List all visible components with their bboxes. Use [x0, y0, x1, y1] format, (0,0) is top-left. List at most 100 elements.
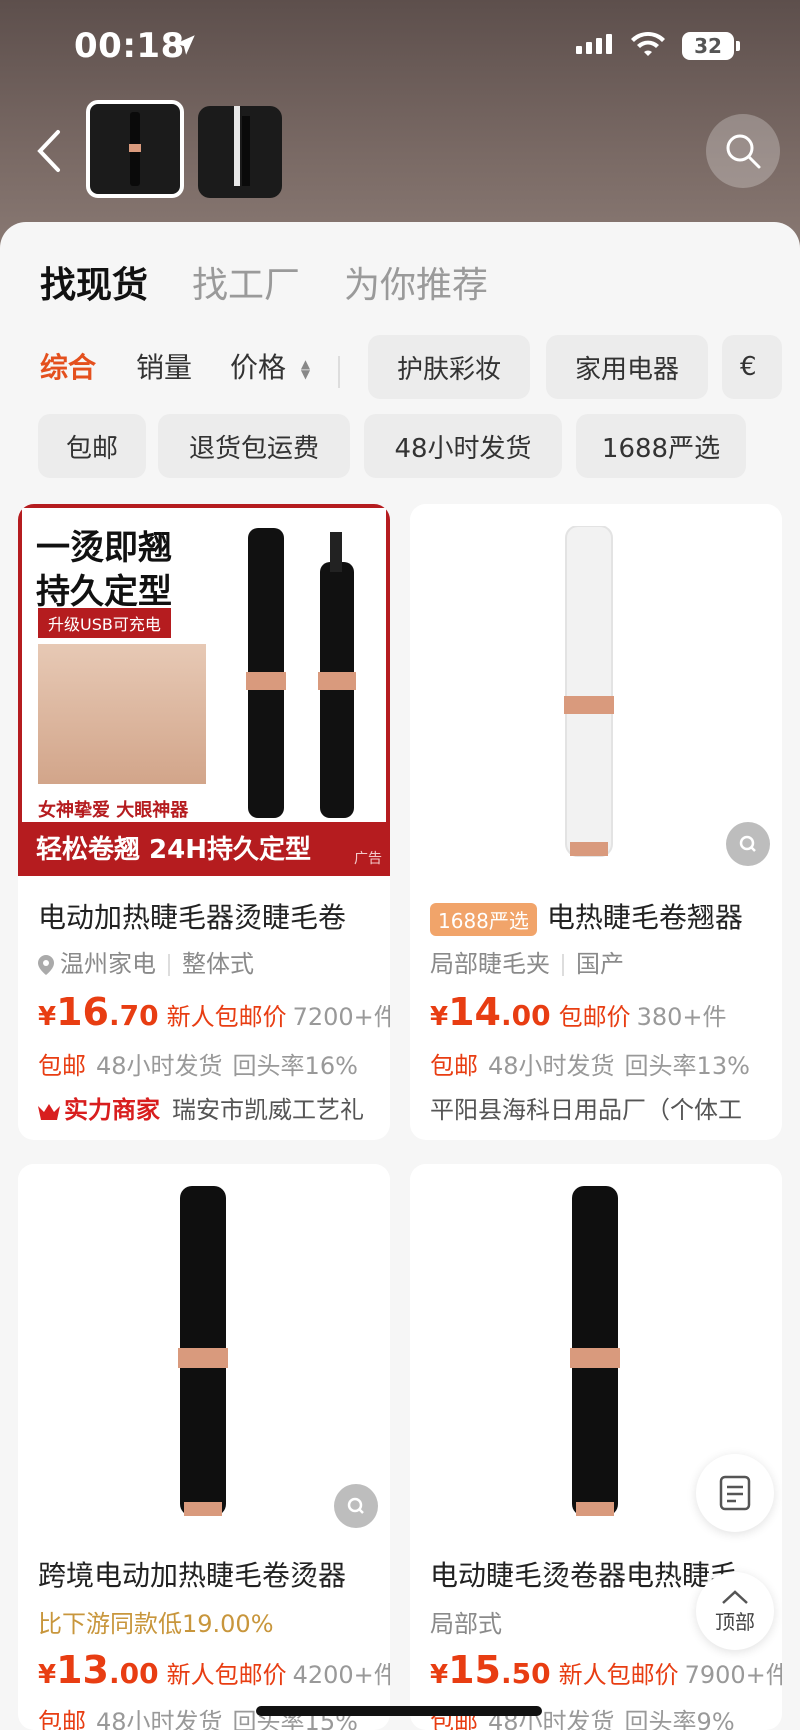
- promo-label: 新人包邮价: [166, 1003, 287, 1031]
- product-image: [410, 504, 782, 876]
- product-attribute: 整体式: [182, 950, 254, 978]
- navigation-arrow-icon: [175, 35, 195, 55]
- product-attribute: 局部式: [430, 1610, 502, 1638]
- wifi-icon: [631, 31, 665, 56]
- sold-count: 7200+件: [292, 1003, 390, 1031]
- category-chip-appliances[interactable]: 家用电器: [546, 335, 708, 399]
- sort-price-label: 价格: [230, 351, 287, 384]
- white-curler-image: [564, 526, 614, 857]
- price-row: ¥13.00 新人包邮价 4200+件: [38, 1648, 390, 1692]
- image-search-icon[interactable]: [334, 1484, 378, 1528]
- product-thumbnail-1[interactable]: [86, 100, 184, 198]
- back-to-top-label: 顶部: [715, 1609, 755, 1634]
- product-image: [18, 1164, 390, 1536]
- image-search-icon[interactable]: [726, 822, 770, 866]
- promo-label: 包邮价: [558, 1003, 631, 1031]
- repurchase-rate: 回头率13%: [624, 1052, 750, 1080]
- ad-headline: 一烫即翘: [36, 528, 172, 568]
- price-integer: 15: [448, 1648, 501, 1692]
- tab-find-factory[interactable]: 找工厂: [192, 256, 300, 308]
- sold-count: 380+件: [636, 1003, 727, 1031]
- tab-find-stock[interactable]: 找现货: [40, 256, 148, 308]
- repurchase-rate: 回头率9%: [624, 1708, 735, 1730]
- home-indicator: [256, 1706, 542, 1716]
- filter-chip-48h[interactable]: 48小时发货: [364, 414, 562, 478]
- ad-headline-2: 持久定型: [36, 572, 172, 612]
- sort-arrows-icon: ▲ ▼: [300, 357, 311, 381]
- price-decimal: .50: [500, 1657, 551, 1690]
- product-card[interactable]: 1688严选 电热睫毛卷翘器 局部睫毛夹 国产 ¥14.00 包邮价 380+件 包邮 4…: [410, 504, 782, 1140]
- sort-sales[interactable]: 销量: [136, 346, 192, 386]
- currency-symbol: ¥: [430, 1002, 449, 1032]
- sold-count: 7900+件: [684, 1661, 782, 1689]
- price-decimal: .00: [108, 1657, 159, 1690]
- sort-row: 综合 销量 价格 ▲ ▼ 护肤彩妆 家用电器 €: [0, 332, 800, 402]
- currency-symbol: ¥: [38, 1660, 57, 1690]
- location-pin-icon: [38, 955, 54, 975]
- yanxuan-badge: 1688严选: [430, 902, 537, 936]
- black-curler-image: [178, 1186, 228, 1516]
- promo-label: 新人包邮价: [166, 1661, 287, 1689]
- price-integer: 13: [56, 1648, 109, 1692]
- product-card[interactable]: 跨境电动加热睫毛卷烫器 比下游同款低19.00% ¥13.00 新人包邮价 4200…: [18, 1164, 390, 1730]
- ad-usb-label: 升级USB可充电: [38, 608, 171, 638]
- product-card[interactable]: 一烫即翘 持久定型 升级USB可充电 女神挚爱 大眼神器 轻松卷翘 24H持久定…: [18, 504, 390, 1140]
- search-icon: [726, 134, 761, 169]
- tags-row: 包邮 48小时发货 回头率16%: [38, 1046, 358, 1081]
- category-chip-more[interactable]: €: [722, 335, 782, 399]
- price-row: ¥14.00 包邮价 380+件: [430, 990, 727, 1034]
- product-thumbnail-2[interactable]: [198, 106, 282, 198]
- price-integer: 14: [448, 990, 501, 1034]
- curler-product-image: [246, 528, 356, 818]
- currency-symbol: ¥: [430, 1660, 449, 1690]
- sort-price[interactable]: 价格 ▲ ▼: [230, 346, 310, 386]
- price-row: ¥15.50 新人包邮价 7900+件: [430, 1648, 782, 1692]
- ad-bottom-banner: 轻松卷翘 24H持久定型: [22, 822, 386, 872]
- main-tabs: 找现货 找工厂 为你推荐: [40, 256, 488, 308]
- filter-chip-free-shipping[interactable]: 包邮: [38, 414, 146, 478]
- list-icon: [719, 1475, 751, 1511]
- product-meta: 温州家电 整体式: [38, 944, 254, 979]
- ad-image: 一烫即翘 持久定型 升级USB可充电 女神挚爱 大眼神器 轻松卷翘 24H持久定…: [18, 504, 390, 876]
- strong-merchant-badge: 实力商家: [64, 1096, 160, 1124]
- repurchase-rate: 回头率16%: [232, 1052, 358, 1080]
- product-title: 跨境电动加热睫毛卷烫器: [38, 1559, 347, 1592]
- price-row: ¥16.70 新人包邮价 7200+件: [38, 990, 390, 1034]
- divider: [168, 954, 170, 976]
- price-compare-note: 比下游同款低19.00%: [38, 1610, 274, 1638]
- product-title-row: 1688严选 电热睫毛卷翘器: [430, 896, 766, 936]
- ad-mark: 广告: [354, 851, 382, 867]
- list-button[interactable]: [696, 1454, 774, 1532]
- black-curler-image: [570, 1186, 620, 1516]
- product-title: 电热睫毛卷翘器: [546, 901, 743, 934]
- eye-photo: [38, 644, 206, 784]
- sold-count: 4200+件: [292, 1661, 390, 1689]
- back-to-top-button[interactable]: 顶部: [696, 1572, 774, 1650]
- divider: [338, 356, 340, 388]
- product-location: 温州家电: [60, 950, 156, 978]
- currency-symbol: ¥: [38, 1002, 57, 1032]
- chevron-left-icon[interactable]: [30, 126, 70, 176]
- sort-comprehensive[interactable]: 综合: [40, 346, 96, 386]
- filter-chip-return-shipping[interactable]: 退货包运费: [158, 414, 350, 478]
- chevron-up-icon: [722, 1589, 748, 1604]
- product-attribute: 局部睫毛夹: [430, 950, 550, 978]
- search-button[interactable]: [706, 114, 780, 188]
- seller-name: 平阳县海科日用品厂（个体工: [430, 1096, 742, 1124]
- seller-row: 实力商家 瑞安市凯威工艺礼: [38, 1090, 378, 1125]
- free-shipping-tag: 包邮: [38, 1052, 86, 1080]
- battery-indicator: 32: [682, 32, 740, 60]
- price-decimal: .00: [500, 999, 551, 1032]
- category-chip-skincare[interactable]: 护肤彩妆: [368, 335, 530, 399]
- status-bar: 00:18 32: [0, 0, 800, 100]
- price-integer: 16: [56, 990, 109, 1034]
- shipping-time-tag: 48小时发货: [488, 1052, 615, 1080]
- tab-recommended[interactable]: 为你推荐: [344, 256, 488, 308]
- product-meta: 局部睫毛夹 国产: [430, 944, 624, 979]
- free-shipping-tag: 包邮: [38, 1708, 86, 1730]
- status-time: 00:18: [74, 26, 185, 66]
- shipping-time-tag: 48小时发货: [96, 1052, 223, 1080]
- seller-name: 瑞安市凯威工艺礼: [172, 1096, 364, 1124]
- filter-chip-1688[interactable]: 1688严选: [576, 414, 746, 478]
- price-decimal: .70: [108, 999, 159, 1032]
